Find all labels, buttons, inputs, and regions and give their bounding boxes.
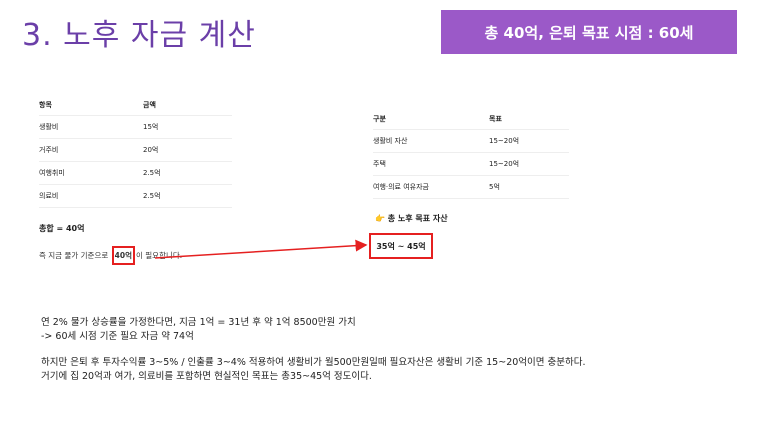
cost-amount-cell: 20억 <box>143 138 232 162</box>
goal-header-category: 구분 <box>373 109 489 130</box>
table-row: 생활비 15억 <box>39 115 232 139</box>
goal-category-cell: 생활비 자산 <box>373 129 489 153</box>
table-row: 주택 15~20억 <box>373 152 569 176</box>
cost-item-cell: 생활비 <box>39 115 143 139</box>
current-price-prefix: 즉 지금 물가 기준으로 <box>39 251 111 260</box>
goal-category-cell: 주택 <box>373 152 489 176</box>
current-price-highlight: 40억 <box>111 246 135 265</box>
current-price-line: 즉 지금 물가 기준으로 40억 이 필요합니다. <box>39 246 182 265</box>
goal-heading-label: 총 노후 목표 자산 <box>387 214 448 223</box>
total-line: 총합 = 40억 <box>39 224 85 233</box>
goal-value-box: 35억 ~ 45억 <box>369 233 433 259</box>
summary-banner: 총 40억, 은퇴 목표 시점 : 60세 <box>441 10 737 54</box>
cost-header-amount: 금액 <box>143 95 232 116</box>
table-row: 여행취미 2.5억 <box>39 161 232 185</box>
goal-target-cell: 15~20억 <box>489 129 569 153</box>
cost-item-cell: 의료비 <box>39 184 143 208</box>
note-line: 거기에 집 20억과 여가, 의료비를 포함하면 현실적인 목표는 총35~45… <box>41 371 372 382</box>
goal-heading: 👉 총 노후 목표 자산 <box>375 213 448 224</box>
cost-table-header: 항목 금액 <box>39 95 232 116</box>
note-line: 하지만 은퇴 후 투자수익률 3~5% / 인출률 3~4% 적용하여 생활비가… <box>41 357 586 368</box>
current-price-suffix: 이 필요합니다. <box>135 251 183 260</box>
table-row: 의료비 2.5억 <box>39 184 232 208</box>
cost-header-item: 항목 <box>39 95 143 116</box>
cost-amount-cell: 15억 <box>143 115 232 139</box>
cost-item-cell: 여행취미 <box>39 161 143 185</box>
cost-amount-cell: 2.5억 <box>143 161 232 185</box>
goal-table: 구분 목표 생활비 자산 15~20억 주택 15~20억 여행·의료 여유자금… <box>373 109 569 199</box>
table-row: 거주비 20억 <box>39 138 232 162</box>
note-line: -> 60세 시점 기준 필요 자금 약 74억 <box>41 331 194 342</box>
table-row: 여행·의료 여유자금 5억 <box>373 175 569 199</box>
goal-header-target: 목표 <box>489 109 569 130</box>
goal-table-header: 구분 목표 <box>373 109 569 130</box>
cost-table: 항목 금액 생활비 15억 거주비 20억 여행취미 2.5억 의료비 2.5억 <box>39 95 232 208</box>
goal-category-cell: 여행·의료 여유자금 <box>373 175 489 199</box>
table-row: 생활비 자산 15~20억 <box>373 129 569 153</box>
goal-target-cell: 5억 <box>489 175 569 199</box>
note-line: 연 2% 물가 상승률을 가정한다면, 지금 1억 = 31년 후 약 1억 8… <box>41 317 356 328</box>
slide-title: 3. 노후 자금 계산 <box>22 18 256 53</box>
cost-item-cell: 거주비 <box>39 138 143 162</box>
cost-amount-cell: 2.5억 <box>143 184 232 208</box>
goal-target-cell: 15~20억 <box>489 152 569 176</box>
pointing-hand-icon: 👉 <box>375 214 385 223</box>
